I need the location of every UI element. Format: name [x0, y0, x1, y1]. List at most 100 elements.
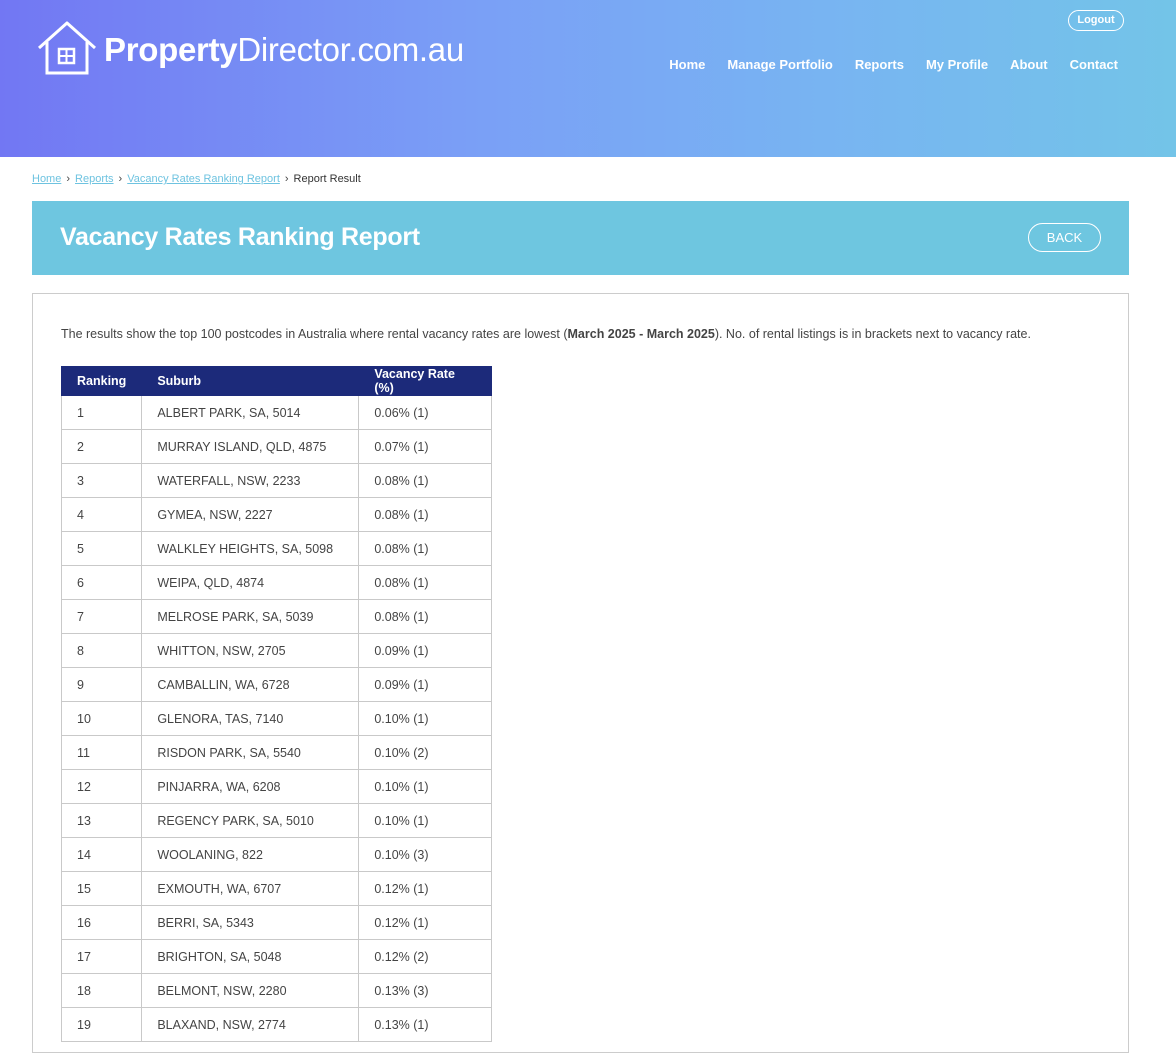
cell-vacancy-rate: 0.13% (3): [358, 973, 493, 1008]
table-row: 5 WALKLEY HEIGHTS, SA, 5098 0.08% (1): [60, 531, 493, 566]
cell-vacancy-rate: 0.08% (1): [358, 565, 493, 600]
nav-home[interactable]: Home: [669, 57, 705, 72]
title-bar: Vacancy Rates Ranking Report BACK: [32, 201, 1129, 275]
cell-suburb: WOOLANING, 822: [141, 837, 360, 872]
cell-ranking: 12: [60, 769, 143, 804]
cell-ranking: 3: [60, 463, 143, 498]
main-nav: Home Manage Portfolio Reports My Profile…: [669, 57, 1118, 72]
cell-suburb: BERRI, SA, 5343: [141, 905, 360, 940]
logo-text-bold: Property: [104, 30, 238, 68]
table-row: 4 GYMEA, NSW, 2227 0.08% (1): [60, 497, 493, 532]
nav-manage-portfolio[interactable]: Manage Portfolio: [727, 57, 832, 72]
cell-suburb: WEIPA, QLD, 4874: [141, 565, 360, 600]
table-row: 9 CAMBALLIN, WA, 6728 0.09% (1): [60, 667, 493, 702]
cell-vacancy-rate: 0.10% (1): [358, 769, 493, 804]
cell-vacancy-rate: 0.10% (1): [358, 701, 493, 736]
cell-ranking: 9: [60, 667, 143, 702]
table-row: 3 WATERFALL, NSW, 2233 0.08% (1): [60, 463, 493, 498]
cell-vacancy-rate: 0.10% (3): [358, 837, 493, 872]
table-row: 16 BERRI, SA, 5343 0.12% (1): [60, 905, 493, 940]
chevron-right-icon: ›: [66, 173, 71, 185]
logo-text-rest: Director.com.au: [237, 30, 464, 68]
cell-vacancy-rate: 0.08% (1): [358, 599, 493, 634]
page-title: Vacancy Rates Ranking Report: [60, 223, 420, 251]
cell-vacancy-rate: 0.12% (1): [358, 905, 493, 940]
cell-vacancy-rate: 0.06% (1): [358, 395, 493, 430]
cell-ranking: 17: [60, 939, 143, 974]
cell-vacancy-rate: 0.08% (1): [358, 463, 493, 498]
chevron-right-icon: ›: [118, 173, 123, 185]
column-header-ranking: Ranking: [60, 366, 143, 396]
nav-my-profile[interactable]: My Profile: [926, 57, 988, 72]
table-row: 11 RISDON PARK, SA, 5540 0.10% (2): [60, 735, 493, 770]
breadcrumb-vacancy-report[interactable]: Vacancy Rates Ranking Report: [127, 173, 280, 185]
description-date-range: March 2025 - March 2025: [567, 327, 715, 341]
table-row: 8 WHITTON, NSW, 2705 0.09% (1): [60, 633, 493, 668]
breadcrumb-home[interactable]: Home: [32, 173, 61, 185]
cell-vacancy-rate: 0.10% (1): [358, 803, 493, 838]
house-icon: [38, 21, 96, 75]
cell-ranking: 7: [60, 599, 143, 634]
nav-about[interactable]: About: [1010, 57, 1048, 72]
cell-ranking: 8: [60, 633, 143, 668]
table-row: 15 EXMOUTH, WA, 6707 0.12% (1): [60, 871, 493, 906]
ranking-table: Ranking Suburb Vacancy Rate (%) 1 ALBERT …: [60, 366, 493, 1042]
cell-suburb: MELROSE PARK, SA, 5039: [141, 599, 360, 634]
cell-ranking: 4: [60, 497, 143, 532]
site-header: PropertyDirector.com.au Logout Home Mana…: [0, 0, 1176, 157]
cell-suburb: WHITTON, NSW, 2705: [141, 633, 360, 668]
table-row: 19 BLAXAND, NSW, 2774 0.13% (1): [60, 1007, 493, 1042]
cell-ranking: 19: [60, 1007, 143, 1042]
cell-suburb: PINJARRA, WA, 6208: [141, 769, 360, 804]
cell-suburb: EXMOUTH, WA, 6707: [141, 871, 360, 906]
table-row: 14 WOOLANING, 822 0.10% (3): [60, 837, 493, 872]
cell-suburb: BLAXAND, NSW, 2774: [141, 1007, 360, 1042]
cell-suburb: ALBERT PARK, SA, 5014: [141, 395, 360, 430]
cell-vacancy-rate: 0.10% (2): [358, 735, 493, 770]
cell-vacancy-rate: 0.09% (1): [358, 633, 493, 668]
table-row: 10 GLENORA, TAS, 7140 0.10% (1): [60, 701, 493, 736]
table-row: 7 MELROSE PARK, SA, 5039 0.08% (1): [60, 599, 493, 634]
cell-ranking: 15: [60, 871, 143, 906]
cell-suburb: BRIGHTON, SA, 5048: [141, 939, 360, 974]
logout-button[interactable]: Logout: [1068, 10, 1124, 31]
report-description: The results show the top 100 postcodes i…: [61, 327, 1031, 341]
table-header-row: Ranking Suburb Vacancy Rate (%): [60, 366, 493, 396]
description-text-after: ). No. of rental listings is in brackets…: [714, 327, 1031, 341]
site-logo[interactable]: PropertyDirector.com.au: [36, 20, 464, 76]
cell-suburb: WATERFALL, NSW, 2233: [141, 463, 360, 498]
cell-vacancy-rate: 0.12% (2): [358, 939, 493, 974]
chevron-right-icon: ›: [284, 173, 289, 185]
breadcrumb-current: Report Result: [293, 173, 361, 185]
breadcrumb-reports[interactable]: Reports: [75, 173, 114, 185]
nav-contact[interactable]: Contact: [1070, 57, 1118, 72]
table-row: 2 MURRAY ISLAND, QLD, 4875 0.07% (1): [60, 429, 493, 464]
cell-vacancy-rate: 0.08% (1): [358, 531, 493, 566]
column-header-vacancy-rate: Vacancy Rate (%): [358, 366, 493, 396]
cell-ranking: 11: [60, 735, 143, 770]
cell-ranking: 10: [60, 701, 143, 736]
cell-ranking: 1: [60, 395, 143, 430]
table-row: 12 PINJARRA, WA, 6208 0.10% (1): [60, 769, 493, 804]
cell-ranking: 5: [60, 531, 143, 566]
cell-ranking: 6: [60, 565, 143, 600]
cell-suburb: MURRAY ISLAND, QLD, 4875: [141, 429, 360, 464]
cell-vacancy-rate: 0.12% (1): [358, 871, 493, 906]
table-body: 1 ALBERT PARK, SA, 5014 0.06% (1) 2 MURRAY I…: [60, 395, 493, 1042]
cell-suburb: WALKLEY HEIGHTS, SA, 5098: [141, 531, 360, 566]
column-header-suburb: Suburb: [141, 366, 360, 396]
breadcrumb: Home › Reports › Vacancy Rates Ranking R…: [32, 173, 361, 185]
report-panel: The results show the top 100 postcodes i…: [32, 293, 1129, 1053]
nav-reports[interactable]: Reports: [855, 57, 904, 72]
cell-vacancy-rate: 0.13% (1): [358, 1007, 493, 1042]
cell-ranking: 14: [60, 837, 143, 872]
table-row: 6 WEIPA, QLD, 4874 0.08% (1): [60, 565, 493, 600]
back-button[interactable]: BACK: [1028, 223, 1101, 252]
cell-vacancy-rate: 0.09% (1): [358, 667, 493, 702]
table-row: 1 ALBERT PARK, SA, 5014 0.06% (1): [60, 395, 493, 430]
cell-ranking: 2: [60, 429, 143, 464]
cell-suburb: GYMEA, NSW, 2227: [141, 497, 360, 532]
cell-suburb: GLENORA, TAS, 7140: [141, 701, 360, 736]
table-row: 13 REGENCY PARK, SA, 5010 0.10% (1): [60, 803, 493, 838]
cell-suburb: BELMONT, NSW, 2280: [141, 973, 360, 1008]
